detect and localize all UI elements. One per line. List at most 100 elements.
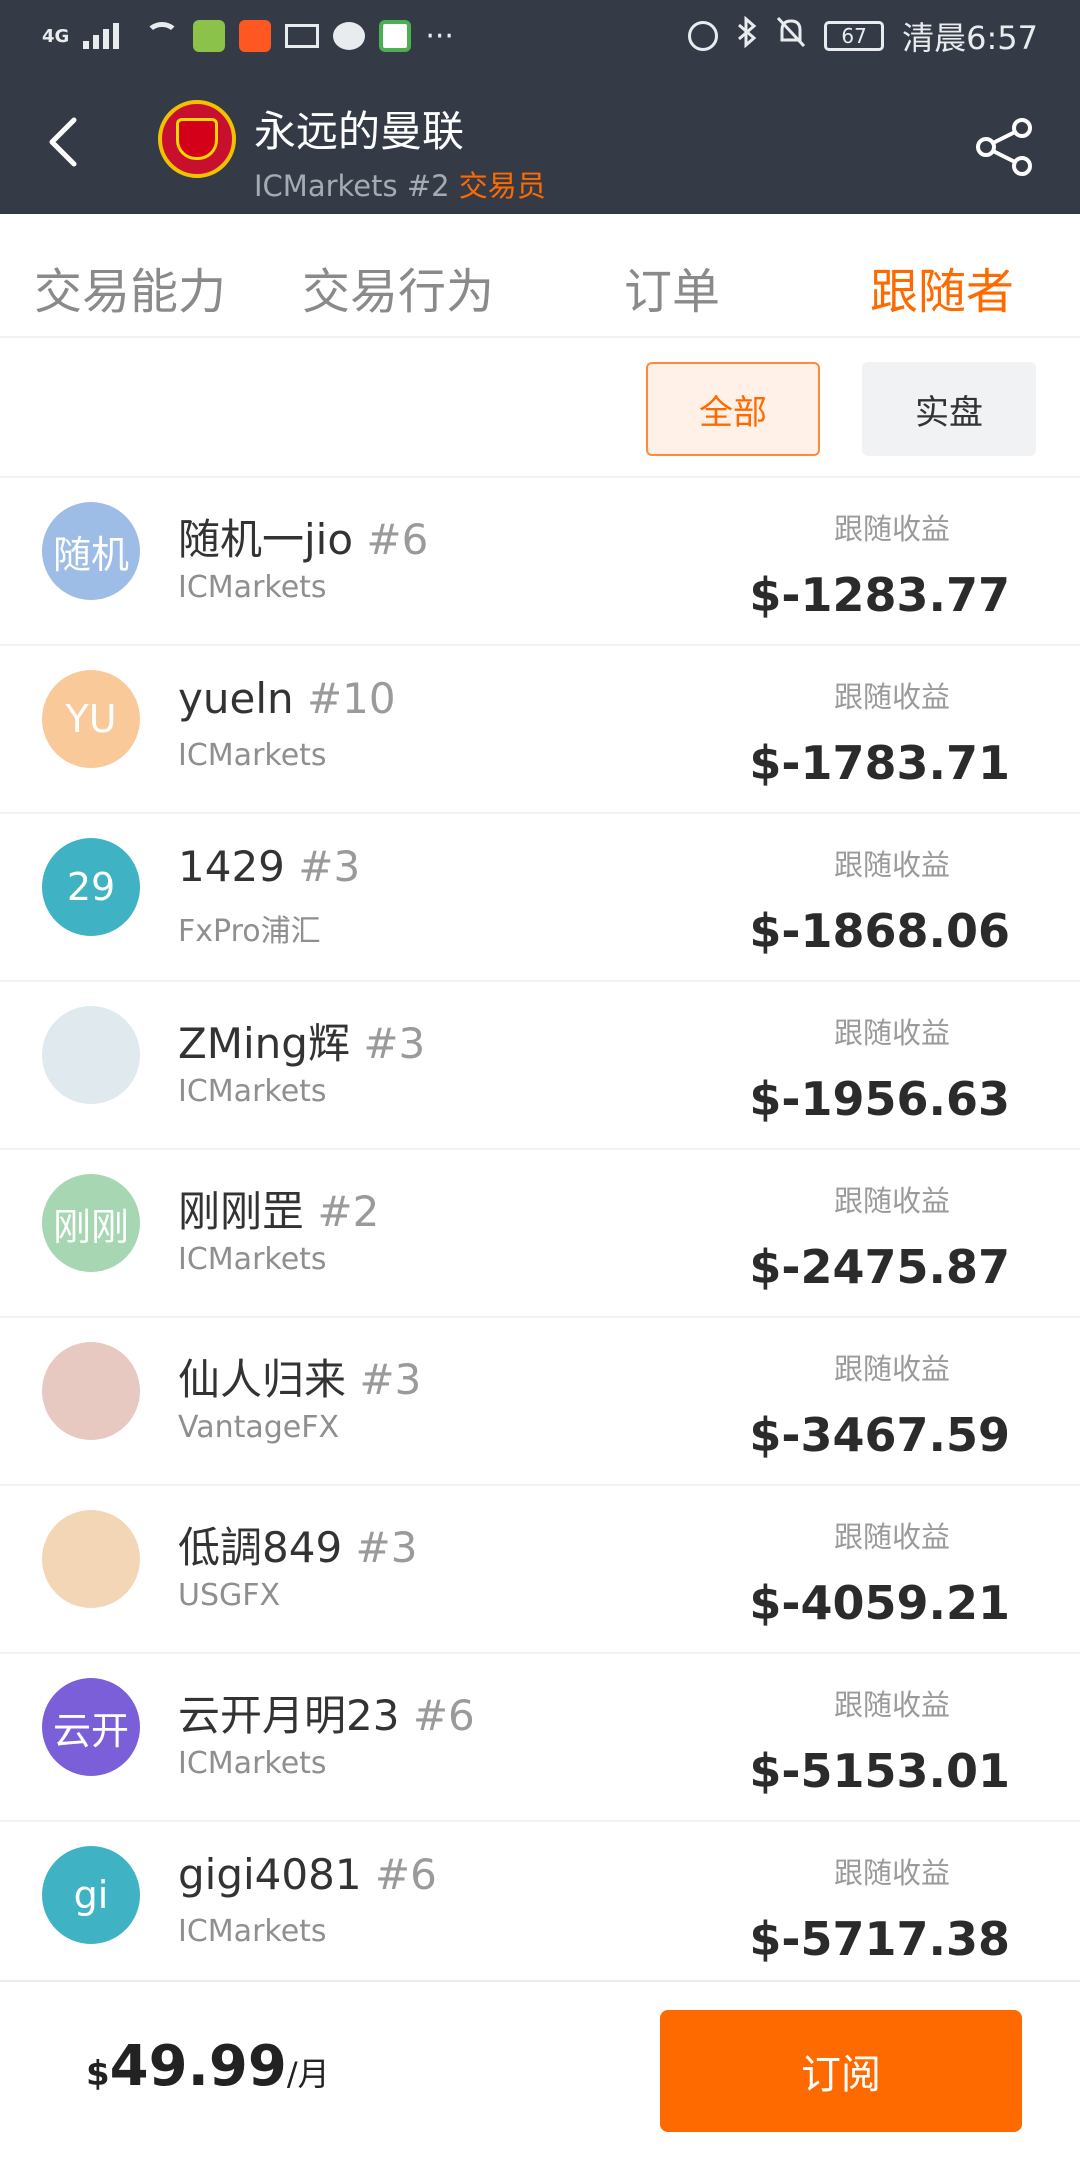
follow-profit-label: 跟随收益	[833, 848, 950, 882]
follower-row[interactable]: 云开 云开月明23 #6 ICMarkets 跟随收益 $-5153.01	[0, 1654, 1080, 1822]
follower-row[interactable]: 29 1429 #3 FxPro浦汇 跟随收益 $-1868.06	[0, 814, 1080, 982]
back-button[interactable]	[40, 114, 96, 170]
filter-all-button[interactable]: 全部	[646, 362, 820, 456]
trader-broker-rank: ICMarkets #2	[254, 169, 450, 203]
follower-name: yueln	[178, 674, 294, 723]
follower-name: 仙人归来	[178, 1355, 347, 1404]
message-icon	[333, 22, 366, 50]
follower-rank: #6	[366, 515, 429, 564]
trader-subtitle: ICMarkets #2 交易员	[254, 163, 546, 205]
follower-avatar: 29	[42, 838, 140, 936]
follower-name-line: 刚刚罡 #2	[178, 1178, 379, 1239]
status-bar: 4G ··· 67 清晨6:57	[0, 0, 1080, 72]
follower-name-line: ZMing辉 #3	[178, 1010, 425, 1071]
alarm-icon	[688, 21, 719, 51]
trader-info: 永远的曼联 ICMarkets #2 交易员	[254, 98, 546, 205]
follower-rank: #3	[363, 1019, 426, 1068]
follower-row[interactable]: 仙人归来 #3 VantageFX 跟随收益 $-3467.59	[0, 1318, 1080, 1486]
tab-trading-ability[interactable]: 交易能力	[34, 252, 226, 322]
follower-name-line: 云开月明23 #6	[178, 1682, 475, 1743]
follower-broker: FxPro浦汇	[178, 914, 321, 949]
follower-list: 随机 随机一jio #6 ICMarkets 跟随收益 $-1283.77 YU yueln…	[0, 478, 1080, 1990]
follower-broker: USGFX	[178, 1578, 281, 1613]
follower-row[interactable]: gi gigi4081 #6 ICMarkets 跟随收益 $-5717.38	[0, 1822, 1080, 1990]
follower-avatar: 云开	[42, 1678, 140, 1776]
follow-profit-label: 跟随收益	[833, 1016, 950, 1050]
clock: 清晨6:57	[902, 19, 1038, 57]
price-currency: $	[86, 2054, 110, 2094]
avatar-initials: 随机	[52, 532, 129, 577]
follow-profit-value: $-2475.87	[749, 1240, 1010, 1294]
follow-profit-label: 跟随收益	[833, 1184, 950, 1218]
follower-name-line: yueln #10	[178, 674, 396, 723]
follower-name: 随机一jio	[178, 515, 354, 564]
follower-avatar: 随机	[42, 502, 140, 600]
follower-name-line: 随机一jio #6	[178, 506, 428, 567]
follow-profit-value: $-5717.38	[749, 1912, 1010, 1966]
top-bar: 4G ··· 67 清晨6:57 永远的曼联 ICMarkets #2 交易员	[0, 0, 1080, 214]
mail-icon	[285, 24, 320, 48]
follow-profit-value: $-1783.71	[749, 736, 1010, 790]
avatar-initials: gi	[73, 1873, 109, 1917]
bluetooth-icon	[736, 15, 758, 56]
follower-name-line: 仙人归来 #3	[178, 1346, 421, 1407]
follow-profit-label: 跟随收益	[833, 1352, 950, 1386]
tab-bar: 交易能力 交易行为 订单 跟随者	[0, 214, 1080, 338]
follower-name-line: 低調849 #3	[178, 1514, 417, 1575]
tab-orders[interactable]: 订单	[624, 252, 720, 322]
follower-name: gigi4081	[178, 1850, 362, 1899]
more-notifications-icon: ···	[425, 18, 454, 54]
filter-bar: 全部 实盘	[0, 338, 1080, 478]
tab-trading-behavior[interactable]: 交易行为	[302, 252, 494, 322]
follow-profit-label: 跟随收益	[833, 512, 950, 546]
follower-row[interactable]: YU yueln #10 ICMarkets 跟随收益 $-1783.71	[0, 646, 1080, 814]
follower-avatar: 刚刚	[42, 1174, 140, 1272]
share-icon	[976, 118, 1032, 176]
subscribe-button[interactable]: 订阅	[660, 2010, 1022, 2132]
follower-rank: #6	[412, 1691, 475, 1740]
tab-followers[interactable]: 跟随者	[870, 252, 1014, 322]
trader-avatar	[158, 100, 236, 178]
follow-profit-label: 跟随收益	[833, 680, 950, 714]
follow-profit-value: $-1868.06	[749, 904, 1010, 958]
follower-row[interactable]: 随机 随机一jio #6 ICMarkets 跟随收益 $-1283.77	[0, 478, 1080, 646]
follower-avatar	[42, 1006, 140, 1104]
subscription-bar: $49.99/月 订阅	[0, 1980, 1080, 2160]
battery-icon: 67	[824, 21, 885, 51]
follower-broker: ICMarkets	[178, 1242, 327, 1277]
follower-avatar	[42, 1342, 140, 1440]
app-notification-icon	[193, 20, 226, 52]
follower-row[interactable]: 刚刚 刚刚罡 #2 ICMarkets 跟随收益 $-2475.87	[0, 1150, 1080, 1318]
follower-rank: #2	[317, 1187, 380, 1236]
follow-profit-value: $-1283.77	[749, 568, 1010, 622]
share-button[interactable]	[974, 116, 1036, 178]
follower-name: 刚刚罡	[178, 1187, 305, 1236]
follower-name: 1429	[178, 842, 285, 891]
club-crest-icon	[176, 118, 218, 160]
trader-role: 交易员	[458, 169, 546, 203]
follower-rank: #3	[359, 1355, 422, 1404]
follower-name: 云开月明23	[178, 1691, 400, 1740]
follower-name: ZMing辉	[178, 1019, 350, 1068]
follower-broker: ICMarkets	[178, 570, 327, 605]
follower-row[interactable]: ZMing辉 #3 ICMarkets 跟随收益 $-1956.63	[0, 982, 1080, 1150]
follow-profit-label: 跟随收益	[833, 1688, 950, 1722]
chevron-left-icon	[49, 117, 77, 167]
follower-row[interactable]: 低調849 #3 USGFX 跟随收益 $-4059.21	[0, 1486, 1080, 1654]
follow-profit-value: $-4059.21	[749, 1576, 1010, 1630]
follower-avatar: gi	[42, 1846, 140, 1944]
follow-profit-value: $-5153.01	[749, 1744, 1010, 1798]
price-unit: /月	[286, 2055, 330, 2093]
follower-rank: #3	[355, 1523, 418, 1572]
avatar-initials: YU	[65, 697, 117, 741]
profile-header: 永远的曼联 ICMarkets #2 交易员	[0, 72, 1080, 214]
avatar-initials: 29	[66, 865, 116, 909]
filter-live-button[interactable]: 实盘	[862, 362, 1036, 456]
follower-name-line: gigi4081 #6	[178, 1850, 437, 1899]
app-notification-icon	[379, 20, 412, 52]
avatar-initials: 刚刚	[52, 1204, 129, 1249]
follower-name-line: 1429 #3	[178, 842, 360, 891]
follower-broker: ICMarkets	[178, 1074, 327, 1109]
follower-rank: #3	[298, 842, 361, 891]
follower-broker: ICMarkets	[178, 1746, 327, 1781]
